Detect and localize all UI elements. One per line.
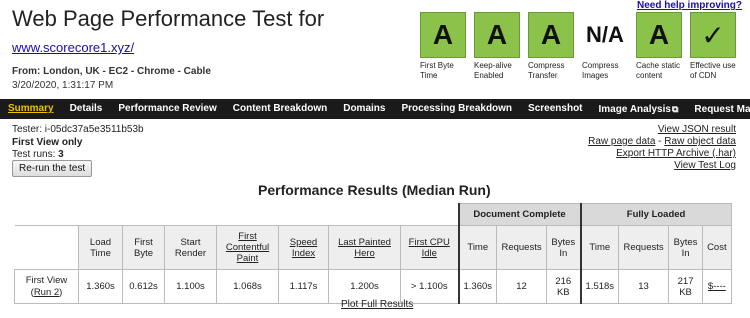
cell-doc-requests: 12 (496, 269, 548, 304)
col-full-requests: Requests (618, 225, 670, 270)
grade-box[interactable]: A (474, 12, 520, 58)
tab-processing-breakdown[interactable]: Processing Breakdown (393, 99, 520, 119)
grade-first-byte[interactable]: A First Byte Time (420, 12, 474, 81)
tab-content-breakdown[interactable]: Content Breakdown (225, 99, 335, 119)
test-runs: Test runs: 3 (12, 149, 64, 160)
col-speed-index-link[interactable]: Speed Index (290, 237, 317, 259)
row-label: First View (Run 2) (14, 269, 79, 304)
cell-load-time: 1.360s (78, 269, 123, 304)
grade-box[interactable]: N/A (582, 12, 628, 58)
raw-page-data-link[interactable]: Raw page data (588, 136, 655, 147)
cell-first-byte: 0.612s (122, 269, 165, 304)
tab-screenshot[interactable]: Screenshot (520, 99, 590, 119)
col-start-render: Start Render (164, 225, 217, 270)
grade-panel: A First Byte Time A Keep-alive Enabled A… (420, 12, 744, 81)
raw-object-data-link[interactable]: Raw object data (664, 136, 736, 147)
page-title: Web Page Performance Test for (12, 6, 325, 31)
checkmark-icon[interactable]: ✓ (690, 12, 736, 58)
grade-cache-static[interactable]: A Cache static content (636, 12, 690, 81)
col-first-cpu-idle[interactable]: First CPU Idle (400, 225, 459, 270)
test-location: From: London, UK - EC2 - Chrome - Cable (12, 66, 211, 77)
cell-full-requests: 13 (618, 269, 670, 304)
separator: - (655, 136, 665, 147)
col-speed-index[interactable]: Speed Index (278, 225, 329, 270)
cell-speed-index: 1.117s (278, 269, 329, 304)
col-cost: Cost (702, 225, 732, 270)
col-load-time: Load Time (78, 225, 123, 270)
grade-label: Effective use of CDN (690, 61, 736, 80)
col-last-painted-hero[interactable]: Last Painted Hero (328, 225, 401, 270)
grade-label: Keep-alive Enabled (474, 61, 512, 80)
col-full-time: Time (580, 225, 620, 270)
group-document-complete: Document Complete (457, 203, 582, 226)
tester-id: Tester: i-05dc37a5e3511b53b (12, 124, 144, 135)
test-runs-value: 3 (58, 149, 64, 160)
first-view-only-label: First View only (12, 137, 83, 148)
tab-image-analysis[interactable]: Image Analysis⧉ (591, 99, 687, 120)
blank-cell (14, 203, 459, 226)
grade-box[interactable]: A (636, 12, 682, 58)
external-link-icon: ⧉ (671, 103, 679, 114)
cell-doc-bytes: 216 KB (546, 269, 582, 304)
col-first-cpu-idle-link[interactable]: First CPU Idle (409, 237, 450, 259)
results-nav: Summary Details Performance Review Conte… (0, 99, 750, 119)
run-link[interactable]: Run 2 (34, 287, 59, 298)
col-fcp[interactable]: First Contentful Paint (216, 225, 279, 270)
cost-link[interactable]: $---- (708, 281, 726, 292)
results-title: Performance Results (Median Run) (258, 182, 491, 198)
tab-label: Image Analysis (598, 103, 671, 115)
help-improving-link[interactable]: Need help improving? (637, 0, 742, 11)
grade-label: Cache static content (636, 61, 681, 80)
result-links: View JSON result Raw page data - Raw obj… (588, 124, 736, 172)
grade-keep-alive[interactable]: A Keep-alive Enabled (474, 12, 528, 81)
tab-details[interactable]: Details (62, 99, 111, 119)
export-har-link[interactable]: Export HTTP Archive (.har) (616, 148, 736, 159)
grade-label: Compress Transfer (528, 61, 565, 80)
tab-request-map[interactable]: Request Map⧉ (686, 99, 750, 120)
tab-summary[interactable]: Summary (0, 99, 62, 119)
cell-full-bytes: 217 KB (668, 269, 704, 304)
cell-cost[interactable]: $---- (702, 269, 732, 304)
tab-performance-review[interactable]: Performance Review (110, 99, 224, 119)
group-fully-loaded: Fully Loaded (580, 203, 732, 226)
col-fcp-link[interactable]: First Contentful Paint (226, 231, 269, 264)
view-json-link[interactable]: View JSON result (658, 124, 736, 135)
cell-start-render: 1.100s (164, 269, 217, 304)
col-doc-time: Time (457, 225, 498, 270)
test-runs-label: Test runs: (12, 149, 56, 160)
grade-box[interactable]: A (528, 12, 574, 58)
cell-doc-time: 1.360s (457, 269, 498, 304)
col-doc-bytes: Bytes In (546, 225, 582, 270)
test-date: 3/20/2020, 1:31:17 PM (12, 80, 114, 91)
results-table: Document Complete Fully Loaded Load Time… (14, 203, 732, 304)
row-label-text: First View (25, 274, 68, 286)
view-test-log-link[interactable]: View Test Log (674, 160, 736, 171)
grade-cdn[interactable]: ✓ Effective use of CDN (690, 12, 744, 81)
grade-box[interactable]: A (420, 12, 466, 58)
rerun-test-button[interactable]: Re-run the test (12, 160, 93, 177)
blank-cell (14, 225, 79, 270)
grade-compress-transfer[interactable]: A Compress Transfer (528, 12, 582, 81)
cell-full-time: 1.518s (580, 269, 620, 304)
tested-url-link[interactable]: www.scorecore1.xyz/ (12, 40, 134, 55)
grade-label: Compress Images (582, 61, 619, 80)
col-lph-link[interactable]: Last Painted Hero (338, 237, 391, 259)
grade-compress-images[interactable]: N/A Compress Images (582, 12, 636, 81)
plot-full-results-link[interactable]: Plot Full Results (341, 299, 413, 310)
tab-label: Request Map (694, 103, 750, 115)
cell-fcp: 1.068s (216, 269, 279, 304)
tab-domains[interactable]: Domains (335, 99, 393, 119)
grade-label: First Byte Time (420, 61, 454, 80)
col-doc-requests: Requests (496, 225, 548, 270)
col-full-bytes: Bytes In (668, 225, 704, 270)
col-first-byte: First Byte (122, 225, 165, 270)
